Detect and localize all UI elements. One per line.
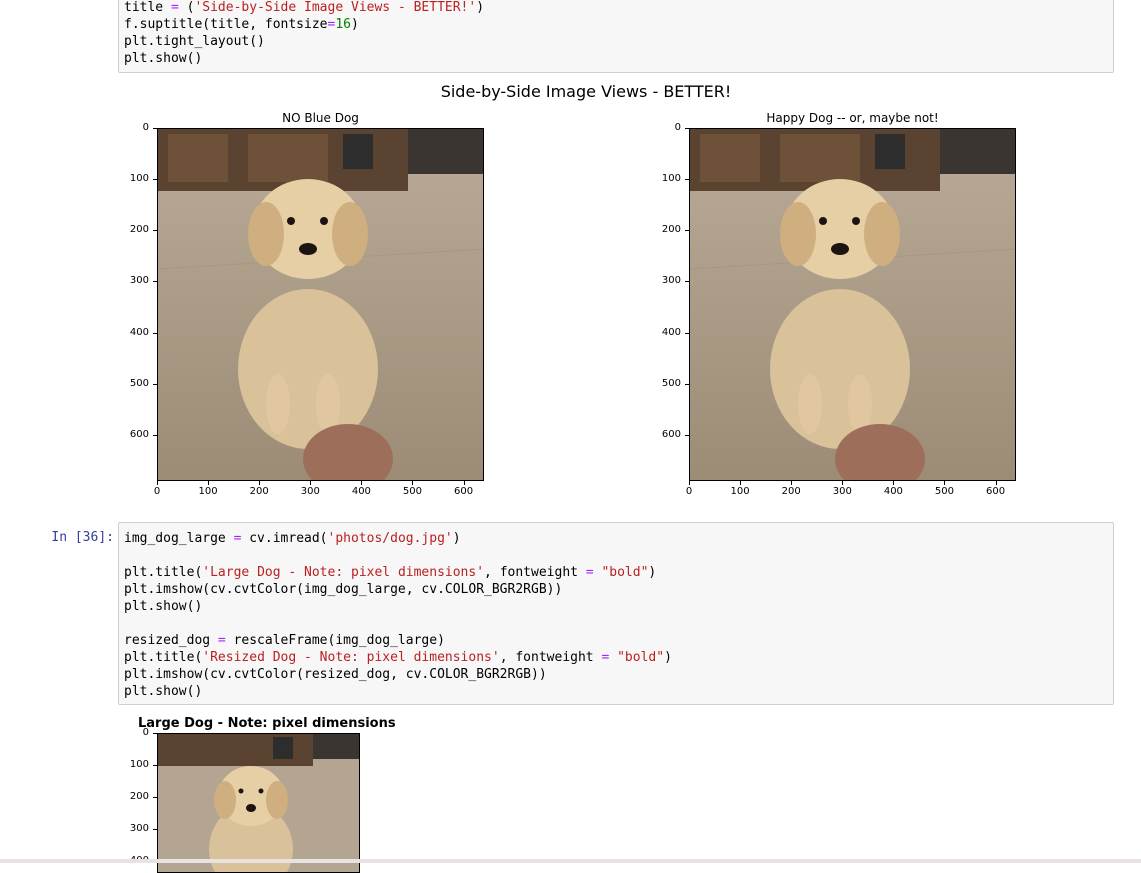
code-line: f.suptitle(title, fontsize=16) [124,17,359,32]
y-tick-label: 500 [129,377,149,389]
x-tick-mark [310,481,312,485]
large-dog-title: Large Dog - Note: pixel dimensions [138,716,396,731]
y-tick-mark [153,128,157,129]
y-tick-label: 400 [129,326,149,338]
x-tick-mark [791,481,793,485]
y-tick-label: 300 [129,275,149,287]
y-tick-mark [685,434,689,436]
x-tick-label: 0 [153,486,161,497]
y-tick-label: 300 [661,275,681,287]
y-tick-label: 0 [142,122,149,133]
x-tick-mark [157,481,158,485]
y-tick-mark [153,796,157,798]
y-tick-label: 600 [661,428,681,440]
code-line: img_dog_large = cv.imread('photos/dog.jp… [124,531,461,546]
x-tick-mark [842,481,844,485]
x-tick-mark [740,481,742,485]
code-line: plt.title('Resized Dog - Note: pixel dim… [124,650,672,665]
code-cell-36[interactable]: img_dog_large = cv.imread('photos/dog.jp… [118,522,1114,705]
x-tick-label: 200 [249,486,269,497]
code-line: plt.show() [124,599,203,614]
y-tick-mark [153,434,157,436]
code-cell-top[interactable]: title = ('Side-by-Side Image Views - BET… [118,0,1114,73]
code-line: title = ('Side-by-Side Image Views - BET… [124,0,485,15]
code-line: plt.show() [124,684,203,699]
dog-image-right [689,128,1016,481]
y-tick-label: 200 [129,224,149,236]
x-tick-mark [995,481,997,485]
y-tick-label: 500 [661,377,681,389]
code-line: plt.show() [124,51,203,66]
figure-suptitle: Side-by-Side Image Views - BETTER! [440,82,732,101]
vertical-scrollbar[interactable] [1127,0,1141,863]
code-line: plt.tight_layout() [124,34,265,49]
x-tick-mark [463,481,465,485]
x-tick-mark [689,481,690,485]
x-tick-mark [412,481,414,485]
x-tick-label: 300 [832,486,852,497]
x-tick-label: 500 [402,486,423,497]
x-tick-label: 500 [934,486,955,497]
y-tick-label: 200 [661,224,681,236]
y-tick-label: 0 [674,122,681,133]
x-tick-label: 600 [454,486,474,497]
x-tick-label: 400 [883,486,903,497]
large-dog-image [157,733,360,873]
y-tick-label: 0 [142,727,149,738]
code-line: resized_dog = rescaleFrame(img_dog_large… [124,633,445,648]
x-tick-label: 100 [198,486,218,497]
x-tick-label: 400 [351,486,371,497]
x-tick-mark [944,481,946,485]
y-tick-mark [685,332,689,334]
y-tick-mark [153,230,157,232]
y-tick-label: 100 [129,758,149,770]
cell-prompt: In [36]: [51,530,114,545]
y-tick-label: 100 [661,173,681,185]
x-tick-mark [361,481,363,485]
y-tick-mark [153,733,157,734]
x-tick-mark [208,481,210,485]
y-tick-label: 200 [129,790,149,802]
y-tick-mark [153,764,157,766]
right-axes-title: Happy Dog -- or, maybe not! [766,111,939,125]
x-tick-label: 300 [300,486,320,497]
code-line: plt.title('Large Dog - Note: pixel dimen… [124,565,657,580]
y-tick-label: 100 [129,173,149,185]
dog-image-left [157,128,484,481]
y-tick-mark [153,383,157,385]
y-tick-mark [153,179,157,181]
y-tick-label: 400 [661,326,681,338]
y-tick-mark [153,828,157,830]
x-tick-label: 200 [781,486,801,497]
y-tick-mark [685,179,689,181]
y-tick-mark [685,281,689,283]
x-tick-label: 0 [685,486,693,497]
y-tick-mark [685,128,689,129]
y-tick-mark [685,383,689,385]
horizontal-scrollbar[interactable] [0,859,1141,863]
y-tick-label: 600 [129,428,149,440]
y-tick-label: 300 [129,822,149,834]
y-tick-mark [153,281,157,283]
x-tick-label: 100 [730,486,750,497]
x-tick-label: 600 [986,486,1006,497]
left-axes-title: NO Blue Dog [282,111,359,125]
code-line: plt.imshow(cv.cvtColor(resized_dog, cv.C… [124,667,547,682]
code-line: plt.imshow(cv.cvtColor(img_dog_large, cv… [124,582,563,597]
y-tick-mark [685,230,689,232]
x-tick-mark [259,481,261,485]
x-tick-mark [893,481,895,485]
y-tick-mark [153,332,157,334]
